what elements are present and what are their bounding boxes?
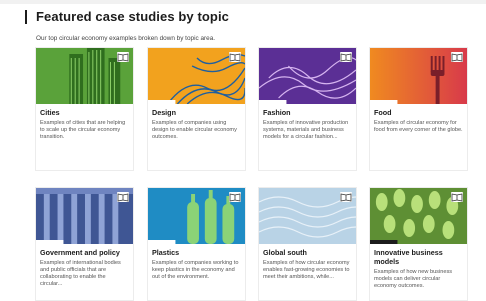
card-description: Examples of companies working to keep pl… — [152, 260, 239, 280]
top-divider — [0, 0, 486, 4]
bookmark-icon[interactable] — [229, 52, 241, 62]
card-image-plastics[interactable] — [148, 188, 245, 244]
card-description: Examples of innovative production system… — [263, 120, 349, 140]
card-image-design[interactable] — [148, 48, 245, 104]
card-title[interactable]: Global south — [259, 244, 356, 257]
card-fashion[interactable]: Fashion Examples of innovative productio… — [258, 47, 357, 171]
card-description: Examples of cities that are helping to s… — [40, 120, 126, 140]
card-description: Examples of companies using design to en… — [152, 120, 237, 140]
card-design[interactable]: Design Examples of companies using desig… — [147, 47, 246, 171]
card-title[interactable]: Fashion — [259, 104, 356, 117]
card-title[interactable]: Plastics — [148, 244, 245, 257]
section-title: Featured case studies by topic — [36, 9, 230, 24]
bookmark-icon[interactable] — [340, 52, 352, 62]
bookmark-icon[interactable] — [117, 192, 129, 202]
card-title[interactable]: Government and policy — [36, 244, 133, 257]
bookmark-icon[interactable] — [117, 52, 129, 62]
card-plastics[interactable]: Plastics Examples of companies working t… — [147, 187, 246, 301]
card-description: Examples of how new business models can … — [374, 269, 453, 289]
card-image-fashion[interactable] — [259, 48, 356, 104]
card-image-business-models[interactable] — [370, 188, 467, 244]
card-title[interactable]: Cities — [36, 104, 133, 117]
card-innovative-business-models[interactable]: Innovative business models Examples of h… — [369, 187, 468, 301]
card-image-global-south[interactable] — [259, 188, 356, 244]
card-description: Examples of circular economy for food fr… — [374, 120, 463, 133]
card-title[interactable]: Innovative business models — [370, 244, 467, 266]
card-global-south[interactable]: Global south Examples of how circular ec… — [258, 187, 357, 301]
card-description: Examples of international bodies and pub… — [40, 260, 121, 287]
card-cities[interactable]: Cities Examples of cities that are helpi… — [35, 47, 134, 171]
card-image-food[interactable] — [370, 48, 467, 104]
card-image-cities[interactable] — [36, 48, 133, 104]
card-government-and-policy[interactable]: Government and policy Examples of intern… — [35, 187, 134, 301]
card-title[interactable]: Food — [370, 104, 467, 117]
bookmark-icon[interactable] — [340, 192, 352, 202]
card-title[interactable]: Design — [148, 104, 245, 117]
title-accent-bar — [25, 10, 27, 24]
bookmark-icon[interactable] — [451, 192, 463, 202]
bookmark-icon[interactable] — [451, 52, 463, 62]
card-food[interactable]: Food Examples of circular economy for fo… — [369, 47, 468, 171]
bookmark-icon[interactable] — [229, 192, 241, 202]
card-image-government[interactable] — [36, 188, 133, 244]
section-subtitle: Our top circular economy examples broken… — [36, 35, 216, 42]
card-description: Examples of how circular economy enables… — [263, 260, 350, 280]
